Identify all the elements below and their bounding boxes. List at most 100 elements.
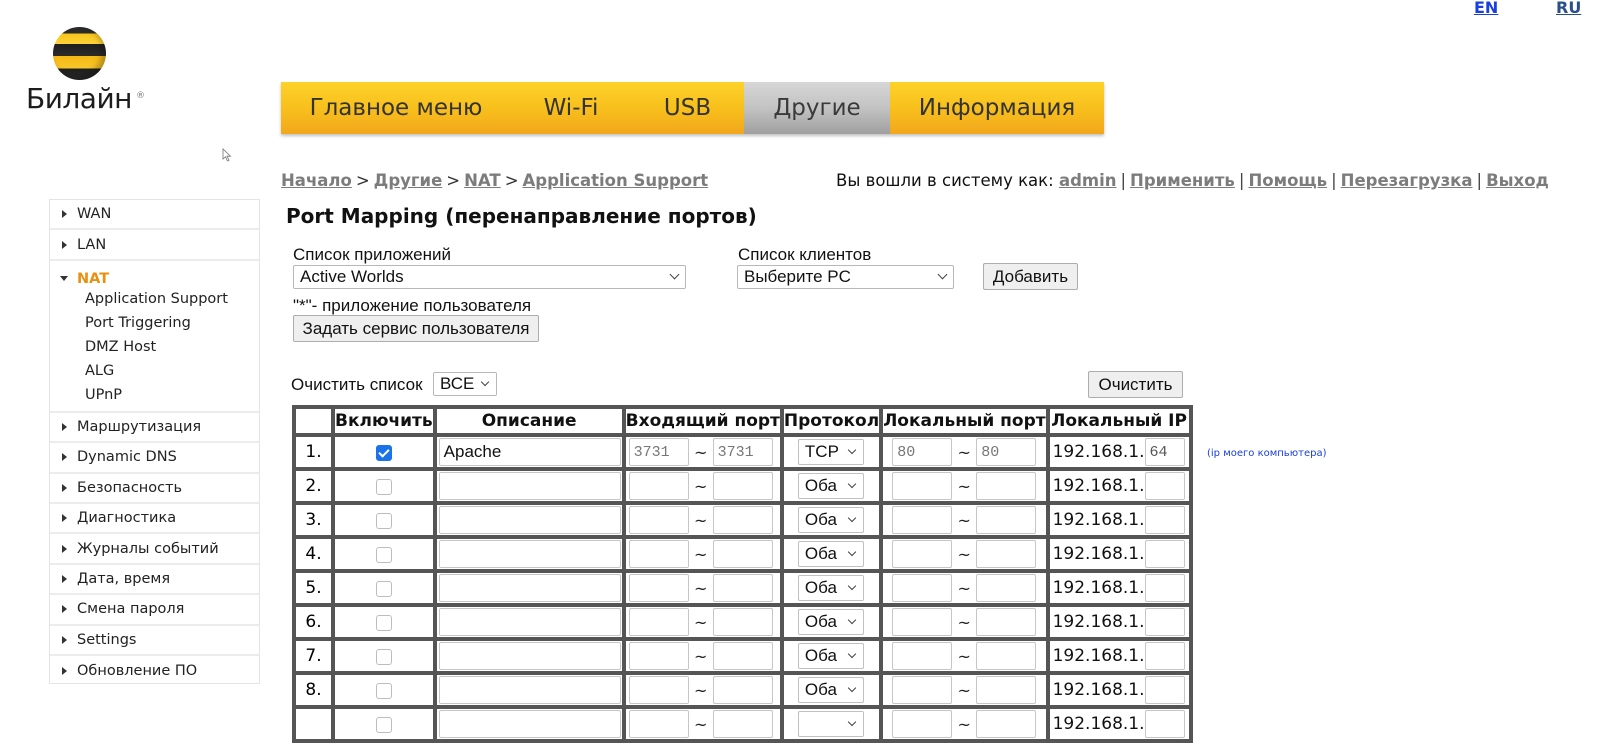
local-port-to-input[interactable] [976, 642, 1037, 670]
incoming-port-to-input[interactable]: 3731 [712, 438, 773, 466]
ip-last-octet-input[interactable] [1144, 710, 1185, 738]
description-input[interactable] [438, 642, 621, 670]
enable-checkbox[interactable] [375, 547, 392, 563]
protocol-select[interactable]: Оба [797, 507, 864, 533]
local-port-to-input[interactable]: 80 [976, 438, 1037, 466]
incoming-port-from-input[interactable] [628, 608, 689, 636]
app-list-select[interactable]: Active Worlds [293, 265, 686, 289]
protocol-select[interactable]: Оба [797, 575, 864, 601]
sidebar-item-diagnostics[interactable]: Диагностика [50, 504, 259, 535]
clear-button[interactable]: Очистить [1088, 371, 1183, 398]
enable-checkbox[interactable] [375, 581, 392, 597]
sidebar-item-dynamic-dns[interactable]: Dynamic DNS [50, 443, 259, 474]
description-input[interactable] [438, 472, 621, 500]
tab-other[interactable]: Другие [744, 82, 890, 134]
sidebar-item-firmware-update[interactable]: Обновление ПО [50, 656, 259, 686]
local-port-to-input[interactable] [976, 540, 1037, 568]
client-list-select[interactable]: Выберите PC [737, 265, 954, 289]
local-port-from-input[interactable]: 80 [892, 438, 953, 466]
local-port-from-input[interactable] [892, 472, 953, 500]
help-link[interactable]: Помощь [1248, 171, 1327, 190]
incoming-port-from-input[interactable]: 3731 [628, 438, 689, 466]
ip-last-octet-input[interactable] [1144, 642, 1185, 670]
enable-checkbox[interactable] [375, 717, 392, 733]
sidebar-item-wan[interactable]: WAN [50, 200, 259, 231]
local-port-from-input[interactable] [892, 710, 953, 738]
description-input[interactable] [438, 676, 621, 704]
sidebar-item-settings[interactable]: Settings [50, 626, 259, 656]
ip-last-octet-input[interactable]: 64 [1144, 438, 1185, 466]
sidebar-subitem-application-support[interactable]: Application Support [50, 287, 259, 311]
protocol-select[interactable]: Оба [797, 677, 864, 703]
incoming-port-from-input[interactable] [628, 506, 689, 534]
sidebar-item-lan[interactable]: LAN [50, 230, 259, 261]
protocol-select[interactable]: TCP [797, 439, 864, 465]
incoming-port-to-input[interactable] [712, 506, 773, 534]
protocol-select[interactable]: Оба [797, 609, 864, 635]
incoming-port-to-input[interactable] [712, 710, 773, 738]
breadcrumb-home[interactable]: Начало [281, 171, 352, 190]
incoming-port-from-input[interactable] [628, 540, 689, 568]
incoming-port-from-input[interactable] [628, 642, 689, 670]
local-port-from-input[interactable] [892, 574, 953, 602]
logout-link[interactable]: Выход [1486, 171, 1549, 190]
breadcrumb-other[interactable]: Другие [374, 171, 443, 190]
incoming-port-to-input[interactable] [712, 642, 773, 670]
local-port-from-input[interactable] [892, 540, 953, 568]
add-button[interactable]: Добавить [983, 263, 1078, 290]
apply-link[interactable]: Применить [1130, 171, 1235, 190]
local-port-to-input[interactable] [976, 676, 1037, 704]
incoming-port-from-input[interactable] [628, 676, 689, 704]
local-port-to-input[interactable] [976, 710, 1037, 738]
protocol-select[interactable] [797, 711, 864, 737]
description-input[interactable]: Apache [438, 438, 621, 466]
incoming-port-to-input[interactable] [712, 574, 773, 602]
local-port-to-input[interactable] [976, 506, 1037, 534]
sidebar-subitem-alg[interactable]: ALG [50, 359, 259, 383]
language-en-link[interactable]: EN [1474, 0, 1498, 17]
description-input[interactable] [438, 574, 621, 602]
description-input[interactable] [438, 710, 621, 738]
tab-information[interactable]: Информация [890, 82, 1104, 134]
description-input[interactable] [438, 540, 621, 568]
protocol-select[interactable]: Оба [797, 473, 864, 499]
reboot-link[interactable]: Перезагрузка [1341, 171, 1473, 190]
ip-last-octet-input[interactable] [1144, 574, 1185, 602]
incoming-port-to-input[interactable] [712, 676, 773, 704]
user-service-button[interactable]: Задать сервис пользователя [293, 315, 539, 342]
sidebar-subitem-port-triggering[interactable]: Port Triggering [50, 311, 259, 335]
local-port-to-input[interactable] [976, 574, 1037, 602]
clear-list-select[interactable]: ВСЕ [433, 372, 497, 396]
incoming-port-to-input[interactable] [712, 540, 773, 568]
description-input[interactable] [438, 608, 621, 636]
ip-last-octet-input[interactable] [1144, 608, 1185, 636]
local-port-from-input[interactable] [892, 506, 953, 534]
incoming-port-from-input[interactable] [628, 472, 689, 500]
tab-usb[interactable]: USB [631, 82, 744, 134]
incoming-port-to-input[interactable] [712, 472, 773, 500]
local-port-to-input[interactable] [976, 472, 1037, 500]
sidebar-subitem-dmz-host[interactable]: DMZ Host [50, 335, 259, 359]
enable-checkbox[interactable] [375, 479, 392, 495]
breadcrumb-application-support[interactable]: Application Support [523, 171, 709, 190]
enable-checkbox[interactable] [375, 649, 392, 665]
incoming-port-to-input[interactable] [712, 608, 773, 636]
tab-main-menu[interactable]: Главное меню [281, 82, 511, 134]
ip-last-octet-input[interactable] [1144, 676, 1185, 704]
ip-last-octet-input[interactable] [1144, 472, 1185, 500]
sidebar-item-event-logs[interactable]: Журналы событий [50, 534, 259, 565]
local-port-from-input[interactable] [892, 642, 953, 670]
local-port-to-input[interactable] [976, 608, 1037, 636]
sidebar-item-nat[interactable]: NAT [50, 261, 259, 287]
enable-checkbox[interactable] [375, 445, 392, 461]
local-port-from-input[interactable] [892, 608, 953, 636]
sidebar-item-change-password[interactable]: Смена пароля [50, 595, 259, 626]
language-ru-link[interactable]: RU [1556, 0, 1581, 17]
sidebar-item-date-time[interactable]: Дата, время [50, 565, 259, 596]
enable-checkbox[interactable] [375, 615, 392, 631]
local-port-from-input[interactable] [892, 676, 953, 704]
ip-last-octet-input[interactable] [1144, 540, 1185, 568]
ip-last-octet-input[interactable] [1144, 506, 1185, 534]
protocol-select[interactable]: Оба [797, 541, 864, 567]
sidebar-item-security[interactable]: Безопасность [50, 474, 259, 504]
